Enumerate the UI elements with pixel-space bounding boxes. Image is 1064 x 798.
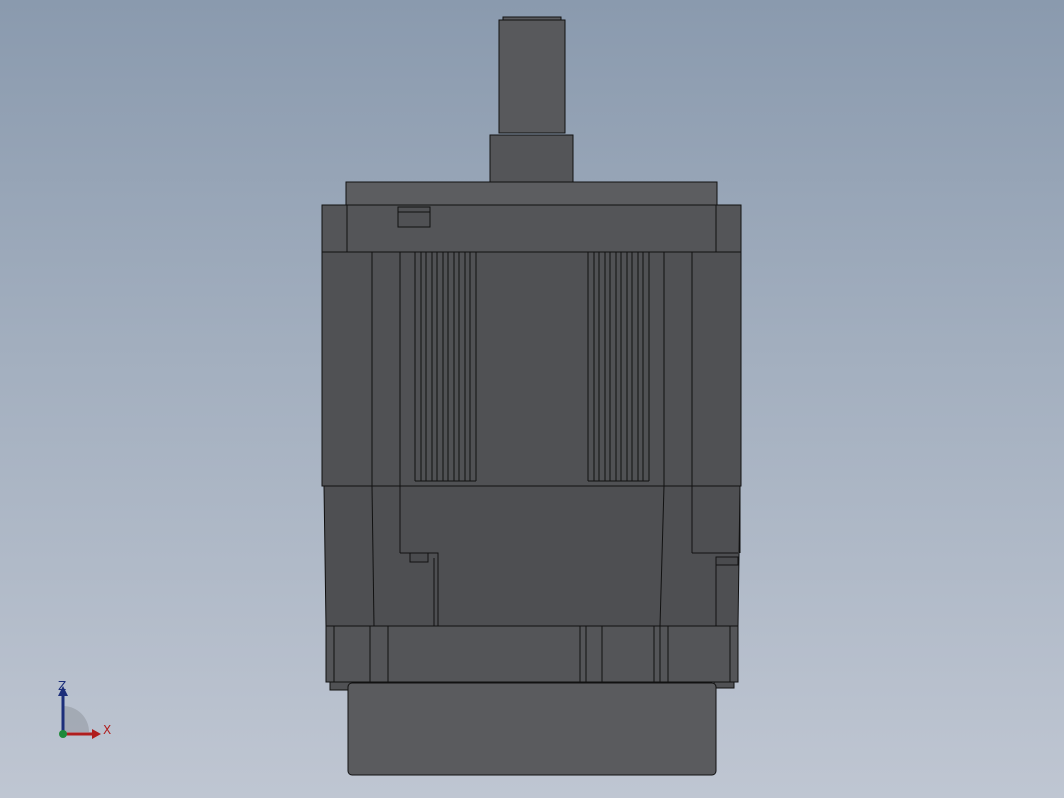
upper-housing xyxy=(321,204,742,253)
mounting-flange-plate xyxy=(345,181,718,207)
triad-quadrant-shade xyxy=(63,706,89,732)
rear-encoder-cover xyxy=(347,682,717,776)
servo-motor-model[interactable] xyxy=(321,16,742,776)
x-axis-label: X xyxy=(103,723,112,737)
cad-viewport[interactable] xyxy=(0,0,1064,798)
lower-housing xyxy=(323,485,741,627)
base-ring xyxy=(325,625,739,691)
main-housing xyxy=(321,251,742,487)
motor-shaft xyxy=(489,16,574,184)
triad-origin-icon xyxy=(59,730,67,738)
alignment-key xyxy=(397,206,431,228)
z-axis-label: Z xyxy=(58,679,67,693)
